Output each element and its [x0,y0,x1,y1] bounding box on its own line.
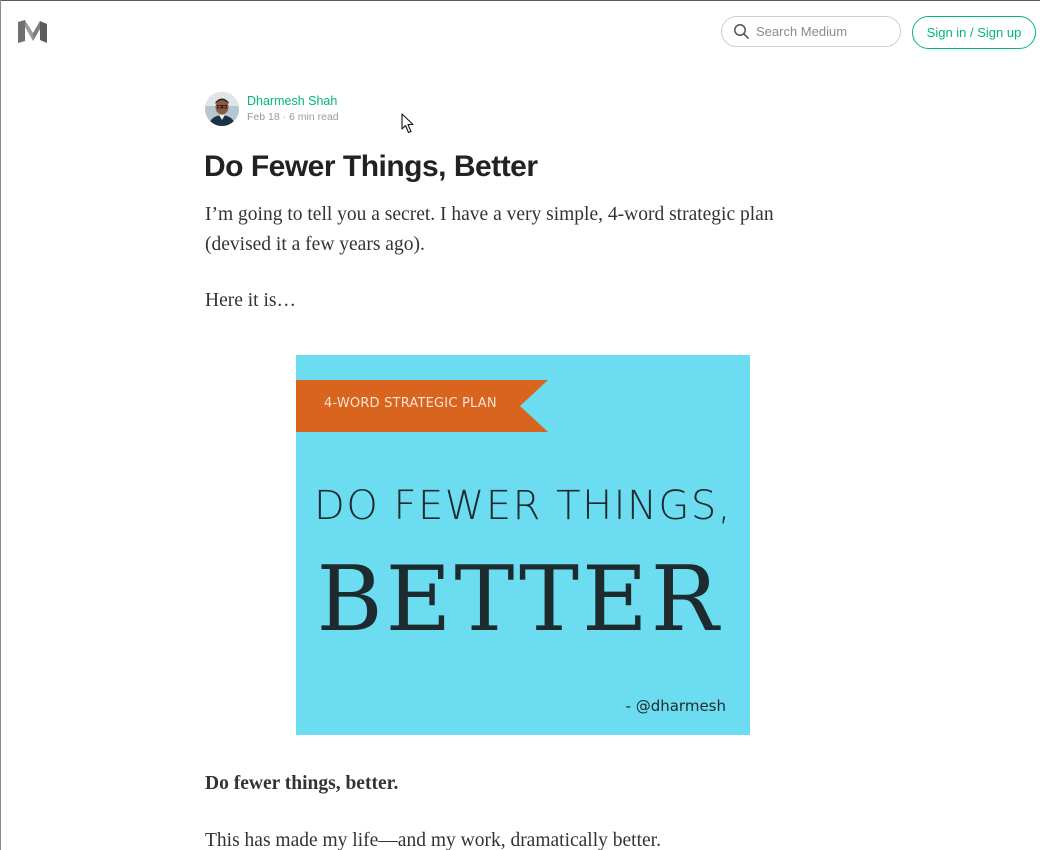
author-avatar[interactable] [205,92,239,126]
post-meta: Feb 18 · 6 min read [247,111,339,123]
figure-headline: DO FEWER THINGS, [314,483,732,529]
author-name-link[interactable]: Dharmesh Shah [247,94,337,108]
window-top-border [0,0,1040,1]
window-left-border [0,0,1,850]
article-paragraph-bold: Do fewer things, better. [205,773,399,794]
sign-in-button[interactable]: Sign in / Sign up [912,16,1036,49]
figure-handle: - @dharmesh [625,697,726,715]
article-paragraph: Here it is… [205,290,296,311]
mouse-cursor-icon [401,113,415,134]
article-figure-image: 4-WORD STRATEGIC PLAN DO FEWER THINGS, B… [296,355,750,735]
ribbon-text: 4-WORD STRATEGIC PLAN [324,396,497,411]
search-icon[interactable] [733,23,750,40]
search-box[interactable] [721,16,901,47]
article-paragraph: I’m going to tell you a secret. I have a… [205,204,774,255]
medium-logo-icon[interactable] [17,19,48,44]
search-input[interactable] [756,24,896,39]
article-paragraph: This has made my life—and my work, drama… [205,830,661,850]
figure-big-word: BETTER [316,547,722,652]
article-title: Do Fewer Things, Better [204,150,538,183]
